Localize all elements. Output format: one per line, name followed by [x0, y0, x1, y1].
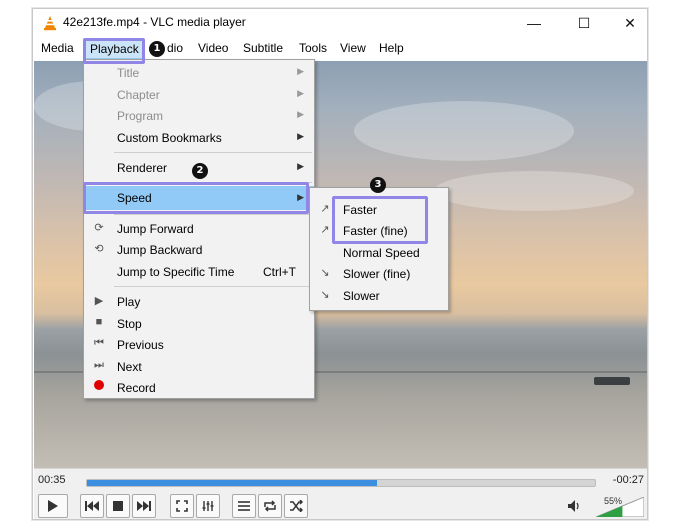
volume-slider[interactable]	[596, 497, 644, 517]
vlc-window: 42e213fe.mp4 - VLC media player — ☐ ✕ Me…	[32, 8, 648, 520]
fullscreen-icon	[176, 500, 188, 512]
cloud	[354, 101, 574, 161]
menu-audio[interactable]: dio	[167, 41, 183, 55]
play-icon	[48, 500, 58, 512]
seek-bar[interactable]	[86, 479, 596, 487]
player-controls: 00:35 -00:27 55%	[34, 468, 647, 519]
menu-item-record[interactable]: Record	[84, 377, 314, 398]
menu-media[interactable]: Media	[41, 41, 74, 55]
menu-help[interactable]: Help	[379, 41, 404, 55]
annotation-box-speed	[83, 182, 309, 214]
menu-item-previous[interactable]: ⏮ Previous	[84, 334, 314, 355]
next-icon	[137, 501, 151, 511]
fullscreen-button[interactable]	[170, 494, 194, 518]
menu-item-jump-forward[interactable]: ⟳ Jump Forward	[84, 218, 314, 239]
maximize-icon: ☐	[577, 14, 591, 31]
next-icon: ⏭	[94, 359, 104, 371]
chevron-right-icon: ▶	[297, 109, 304, 119]
menu-item-title[interactable]: Title ▶	[84, 62, 314, 83]
jump-backward-icon: ⟲	[94, 243, 104, 255]
extended-settings-button[interactable]	[196, 494, 220, 518]
record-icon	[92, 380, 106, 393]
playlist-button[interactable]	[232, 494, 256, 518]
minimize-icon: —	[527, 15, 541, 31]
annotation-box-playback	[83, 38, 145, 64]
menu-item-program[interactable]: Program ▶	[84, 105, 314, 126]
menu-view[interactable]: View	[340, 41, 366, 55]
stop-icon: ■	[95, 316, 103, 328]
chevron-right-icon: ▶	[297, 66, 304, 76]
window-title: 42e213fe.mp4 - VLC media player	[63, 15, 246, 29]
minimize-button[interactable]: —	[511, 9, 557, 37]
menu-item-custom-bookmarks[interactable]: Custom Bookmarks ▶	[84, 127, 314, 148]
step-badge-3: 3	[370, 177, 386, 193]
shuffle-button[interactable]	[284, 494, 308, 518]
menu-separator	[114, 152, 312, 153]
chevron-right-icon: ▶	[297, 88, 304, 98]
menu-video[interactable]: Video	[198, 41, 228, 55]
time-remaining: -00:27	[612, 474, 644, 486]
title-bar: 42e213fe.mp4 - VLC media player — ☐ ✕	[33, 9, 647, 37]
cloud	[434, 171, 634, 211]
seek-progress	[87, 480, 377, 486]
boat	[594, 377, 630, 385]
menu-item-stop[interactable]: ■ Stop	[84, 313, 314, 334]
chevron-right-icon: ▶	[297, 131, 304, 141]
menu-item-normal-speed[interactable]: Normal Speed	[310, 242, 448, 263]
slower-fine-icon: ↘	[320, 267, 330, 279]
playlist-icon	[238, 501, 250, 511]
step-badge-2: 2	[192, 163, 208, 179]
playback-menu: Title ▶ Chapter ▶ Program ▶ Custom Bookmark…	[83, 59, 315, 399]
faster-fine-icon: ↗	[320, 224, 330, 236]
previous-icon: ⏮	[94, 337, 104, 349]
equalizer-icon	[202, 501, 214, 511]
menu-item-next[interactable]: ⏭ Next	[84, 356, 314, 377]
stop-icon	[113, 501, 123, 511]
menu-item-chapter[interactable]: Chapter ▶	[84, 84, 314, 105]
close-button[interactable]: ✕	[607, 9, 647, 37]
close-icon: ✕	[624, 14, 636, 31]
menu-separator	[114, 286, 312, 287]
menu-item-play[interactable]: ▶ Play	[84, 291, 314, 312]
next-button[interactable]	[132, 494, 156, 518]
stop-button[interactable]	[106, 494, 130, 518]
play-icon: ▶	[94, 295, 104, 307]
time-elapsed: 00:35	[38, 474, 66, 486]
shuffle-icon	[290, 500, 303, 512]
menu-subtitle[interactable]: Subtitle	[243, 41, 283, 55]
play-button[interactable]	[38, 494, 68, 518]
menu-item-jump-to-time[interactable]: Jump to Specific Time Ctrl+T	[84, 261, 314, 282]
loop-icon	[264, 500, 276, 512]
faster-icon: ↗	[320, 203, 330, 215]
menu-item-slower-fine[interactable]: ↘ Slower (fine)	[310, 263, 448, 284]
menu-item-jump-backward[interactable]: ⟲ Jump Backward	[84, 239, 314, 260]
vlc-cone-icon	[44, 16, 56, 31]
annotation-box-faster	[332, 196, 428, 244]
step-badge-1: 1	[149, 41, 165, 57]
menu-item-slower[interactable]: ↘ Slower	[310, 285, 448, 306]
previous-icon	[85, 501, 99, 511]
menu-separator	[114, 214, 312, 215]
menu-tools[interactable]: Tools	[299, 41, 327, 55]
chevron-right-icon: ▶	[297, 161, 304, 171]
maximize-button[interactable]: ☐	[561, 9, 607, 37]
jump-forward-icon: ⟳	[94, 222, 104, 234]
previous-button[interactable]	[80, 494, 104, 518]
slower-icon: ↘	[320, 289, 330, 301]
loop-button[interactable]	[258, 494, 282, 518]
shortcut-label: Ctrl+T	[263, 265, 296, 279]
